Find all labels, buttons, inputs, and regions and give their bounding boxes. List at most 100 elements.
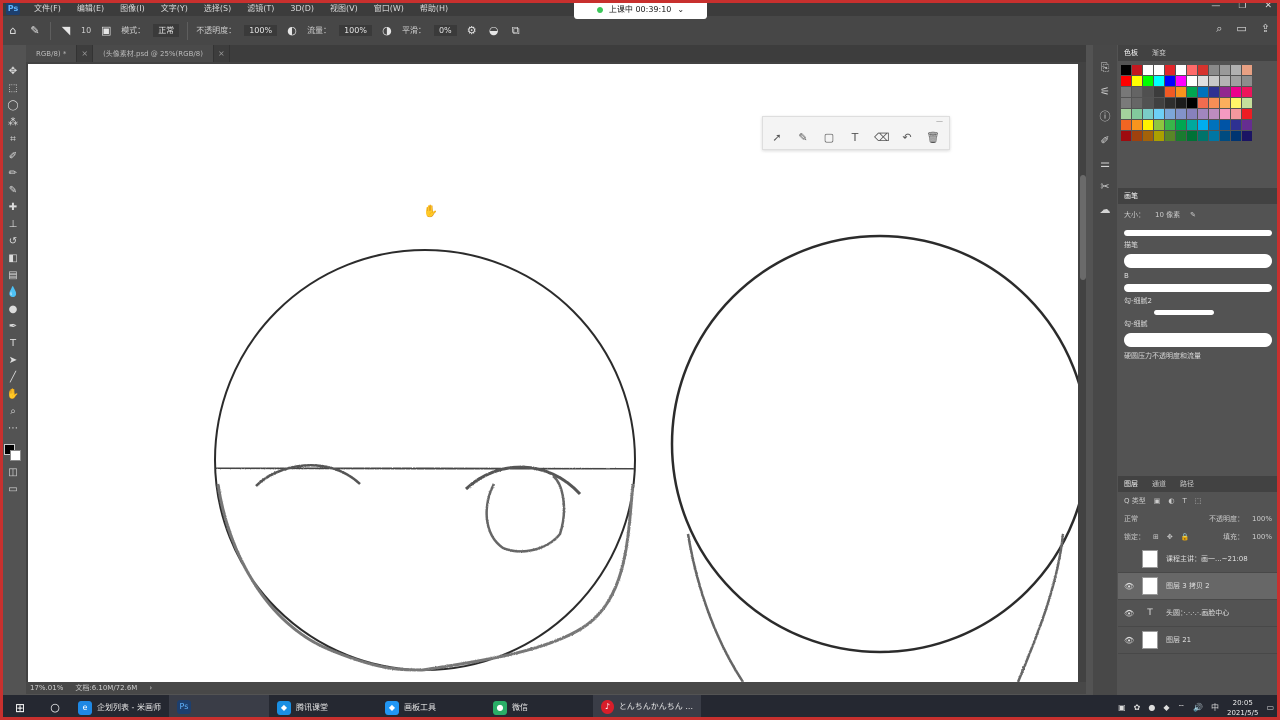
- color-swatch[interactable]: [1242, 87, 1252, 97]
- color-swatch[interactable]: [1209, 120, 1219, 130]
- color-swatch[interactable]: [1231, 120, 1241, 130]
- taskbar-item[interactable]: ● 微信: [485, 695, 593, 720]
- volume-icon[interactable]: 🔊: [1193, 703, 1203, 712]
- color-swatch[interactable]: [1220, 109, 1230, 119]
- maximize-icon[interactable]: ❐: [1238, 1, 1246, 11]
- eye-icon[interactable]: 👁: [1124, 582, 1134, 591]
- line-tool-icon[interactable]: ╱: [5, 372, 21, 384]
- tab-gradients[interactable]: 渐变: [1152, 48, 1166, 58]
- vertical-scrollbar[interactable]: [1080, 175, 1086, 280]
- screen-mode-icon[interactable]: ▭: [5, 484, 21, 496]
- eye-icon[interactable]: 👁: [1124, 636, 1134, 645]
- brush-preset[interactable]: 勾-细腻: [1124, 310, 1272, 329]
- lock-pixels-icon[interactable]: ⊞: [1153, 533, 1159, 541]
- text-icon[interactable]: T: [848, 131, 862, 144]
- color-swatch[interactable]: [1154, 65, 1164, 75]
- tab-layers[interactable]: 图层: [1124, 479, 1138, 489]
- close-icon[interactable]: ×: [214, 45, 230, 62]
- color-swatch[interactable]: [1121, 120, 1131, 130]
- color-swatch[interactable]: [1198, 98, 1208, 108]
- color-swatch[interactable]: [1220, 76, 1230, 86]
- color-swatch[interactable]: [1143, 131, 1153, 141]
- color-swatch[interactable]: [1220, 65, 1230, 75]
- menu-file[interactable]: 文件(F): [26, 3, 69, 14]
- trash-icon[interactable]: 🗑: [926, 131, 940, 144]
- zoom-level[interactable]: 17%.01%: [30, 684, 63, 692]
- eyedropper-icon[interactable]: ✐: [5, 151, 21, 163]
- menu-type[interactable]: 文字(Y): [153, 3, 196, 14]
- home-icon[interactable]: ⌂: [6, 24, 20, 38]
- eraser-tool-icon[interactable]: ◧: [5, 253, 21, 265]
- color-swatch[interactable]: [1176, 109, 1186, 119]
- minimize-icon[interactable]: —: [936, 117, 943, 126]
- tray-app-icon[interactable]: ✿: [1134, 703, 1141, 712]
- brush-size-value[interactable]: 10 像素: [1155, 210, 1180, 220]
- close-icon[interactable]: ×: [77, 45, 94, 62]
- symmetry-icon[interactable]: ⧉: [509, 24, 523, 38]
- tab-brushes[interactable]: 画笔: [1124, 191, 1138, 201]
- layer-row[interactable]: 👁 图层 3 拷贝 2: [1118, 573, 1278, 600]
- color-swatch[interactable]: [1143, 76, 1153, 86]
- fill-value[interactable]: 100%: [1252, 533, 1272, 541]
- mode-select[interactable]: 正常: [153, 24, 180, 37]
- document-canvas[interactable]: ✋: [28, 64, 1078, 682]
- menu-3d[interactable]: 3D(D): [282, 4, 322, 13]
- color-swatch[interactable]: [1231, 87, 1241, 97]
- layer-row[interactable]: 课程主讲：画一...~21:08: [1118, 546, 1278, 573]
- color-swatch[interactable]: [1121, 87, 1131, 97]
- tab-channels[interactable]: 通道: [1152, 479, 1166, 489]
- color-swatch[interactable]: [1154, 98, 1164, 108]
- tray-app-icon[interactable]: ◆: [1163, 703, 1169, 712]
- lock-position-icon[interactable]: ✥: [1167, 533, 1173, 541]
- color-swatch[interactable]: [1132, 65, 1142, 75]
- brush-preset[interactable]: 勾-细腻2: [1124, 284, 1272, 306]
- clock[interactable]: 20:05 2021/5/5: [1227, 698, 1258, 718]
- color-swatch[interactable]: [1187, 98, 1197, 108]
- move-tool-icon[interactable]: ✥: [5, 66, 21, 78]
- gradient-tool-icon[interactable]: ▤: [5, 270, 21, 282]
- brush-tool-icon[interactable]: ✏: [5, 168, 21, 180]
- brush-panel-icon[interactable]: ✐: [1100, 134, 1109, 147]
- color-swatch[interactable]: [1176, 65, 1186, 75]
- color-swatch[interactable]: [1187, 76, 1197, 86]
- pen-tool-icon[interactable]: ✒: [5, 321, 21, 333]
- color-swatch[interactable]: [1132, 109, 1142, 119]
- gear-icon[interactable]: ⚙: [465, 24, 479, 38]
- pressure-opacity-icon[interactable]: ◐: [285, 24, 299, 38]
- color-swatch[interactable]: [1209, 98, 1219, 108]
- type-tool-icon[interactable]: T: [5, 338, 21, 350]
- color-swatch[interactable]: [1165, 65, 1175, 75]
- eye-icon[interactable]: 👁: [1124, 609, 1134, 618]
- crop-tool-icon[interactable]: ⌗: [5, 134, 21, 146]
- color-swatch[interactable]: [1198, 76, 1208, 86]
- filter-type-icon[interactable]: T: [1182, 497, 1186, 505]
- color-swatch[interactable]: [1121, 65, 1131, 75]
- color-swatch[interactable]: [1242, 65, 1252, 75]
- tab-document-2[interactable]: (头像素材.psd @ 25%(RGB/8): [93, 45, 214, 62]
- color-swatch[interactable]: [1132, 98, 1142, 108]
- color-swatch[interactable]: [1132, 120, 1142, 130]
- color-swatch[interactable]: [1231, 65, 1241, 75]
- ime-indicator[interactable]: 中: [1211, 702, 1219, 713]
- dodge-tool-icon[interactable]: ●: [5, 304, 21, 316]
- tab-document-1[interactable]: RGB/8) *: [26, 45, 78, 62]
- menu-image[interactable]: 图像(I): [112, 3, 153, 14]
- lasso-tool-icon[interactable]: ◯: [5, 100, 21, 112]
- color-swatches[interactable]: [4, 444, 22, 462]
- airbrush-icon[interactable]: ◑: [380, 24, 394, 38]
- history-icon[interactable]: ⎘: [1101, 61, 1110, 75]
- color-swatch[interactable]: [1242, 76, 1252, 86]
- color-swatch[interactable]: [1198, 65, 1208, 75]
- color-swatch[interactable]: [1132, 131, 1142, 141]
- rect-icon[interactable]: ▢: [822, 131, 836, 144]
- menu-edit[interactable]: 编辑(E): [69, 3, 112, 14]
- color-swatch[interactable]: [1143, 65, 1153, 75]
- color-swatch[interactable]: [1154, 109, 1164, 119]
- color-swatch[interactable]: [1132, 87, 1142, 97]
- color-swatch[interactable]: [1209, 87, 1219, 97]
- color-swatch[interactable]: [1187, 65, 1197, 75]
- color-swatch[interactable]: [1143, 109, 1153, 119]
- taskbar-item[interactable]: ♪ とんちんかんちん ...: [592, 695, 701, 720]
- color-swatch[interactable]: [1165, 76, 1175, 86]
- filter-adjust-icon[interactable]: ◐: [1168, 497, 1174, 505]
